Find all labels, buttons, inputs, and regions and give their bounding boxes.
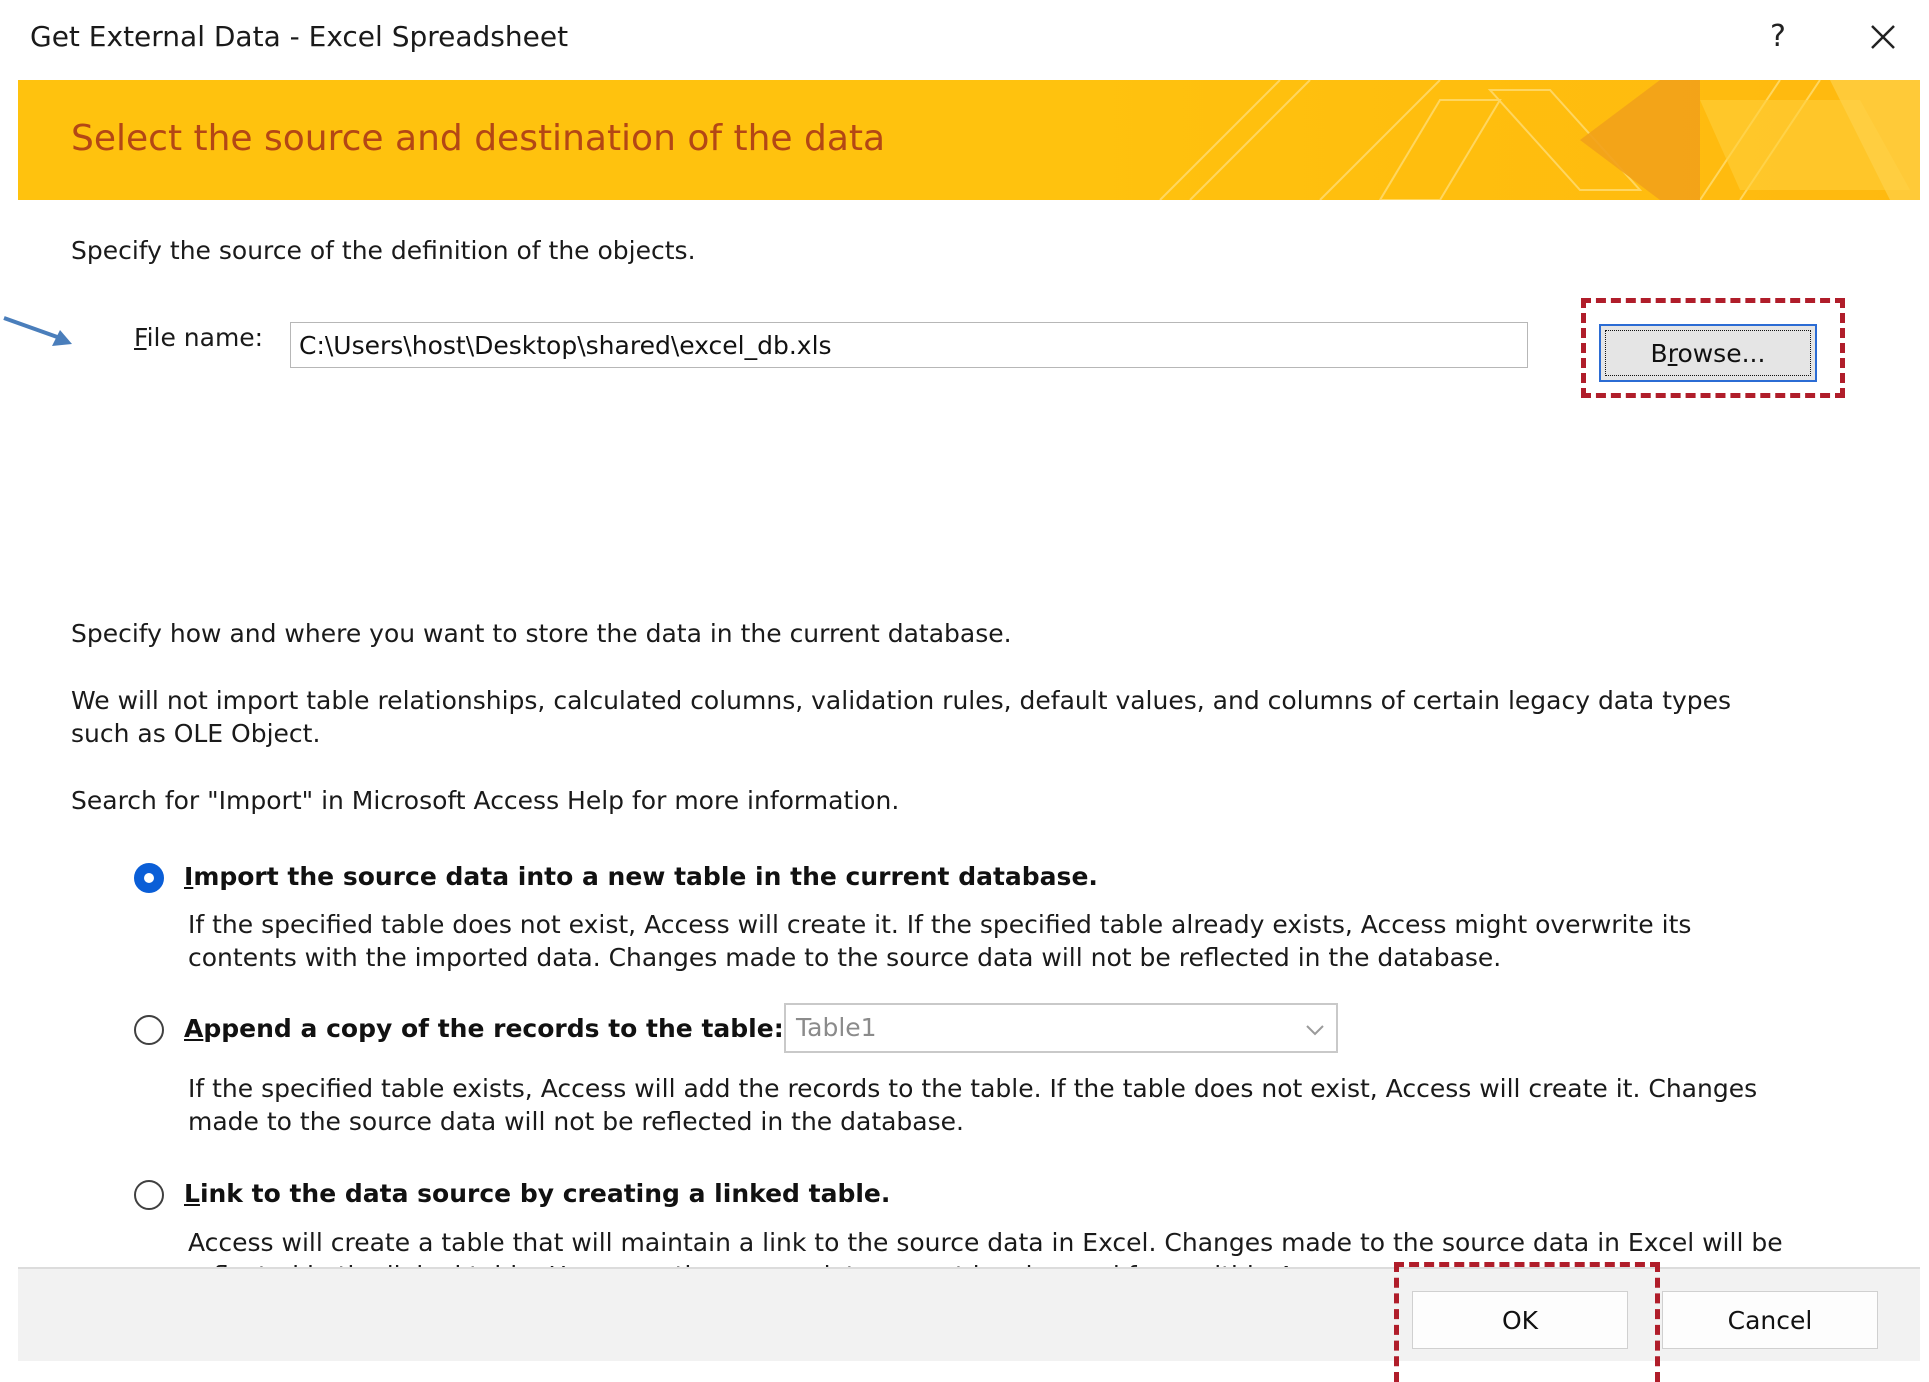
banner-arrows-graphic [1159,80,1920,200]
header-banner: Select the source and destination of the… [18,80,1920,200]
option-import-label[interactable]: Import the source data into a new table … [184,862,1098,891]
radio-import-new-table[interactable] [134,863,164,893]
browse-label-rest: owse... [1677,338,1766,368]
source-instruction: Specify the source of the definition of … [71,236,696,265]
banner-title: Select the source and destination of the… [71,118,886,159]
append-table-select[interactable]: Table1 [784,1003,1338,1053]
file-name-label: File name: [134,323,263,352]
import-note-line2: such as OLE Object. [71,719,321,748]
file-name-label-rest: ile name: [146,323,264,352]
help-hint: Search for "Import" in Microsoft Access … [71,786,900,815]
option-link-desc-line1: Access will create a table that will mai… [188,1228,1783,1257]
ok-button[interactable]: OK [1412,1291,1628,1349]
file-name-accel: F [134,323,147,352]
help-button[interactable]: ? [1758,14,1798,60]
browse-label-pre: B [1650,338,1668,368]
browse-label: Browse... [1651,339,1766,368]
destination-instruction: Specify how and where you want to store … [71,619,1012,648]
browse-focus-rect: Browse... [1605,330,1811,376]
close-button[interactable] [1858,12,1908,62]
option-import-desc-line1: If the specified table does not exist, A… [188,910,1692,939]
title-bar: Get External Data - Excel Spreadsheet ? [18,0,1920,80]
window-title: Get External Data - Excel Spreadsheet [30,20,569,53]
option-link-accel: L [184,1179,200,1208]
button-footer [18,1269,1920,1361]
cancel-button[interactable]: Cancel [1662,1291,1878,1349]
option-import-accel: I [184,862,194,891]
option-append-desc-line1: If the specified table exists, Access wi… [188,1074,1758,1103]
chevron-down-icon [1306,1025,1324,1036]
option-append-label[interactable]: Append a copy of the records to the tabl… [184,1014,784,1043]
close-icon [1871,25,1895,49]
import-note-line1: We will not import table relationships, … [71,686,1732,715]
option-import-label-rest: mport the source data into a new table i… [193,862,1098,891]
option-import-desc-line2: contents with the imported data. Changes… [188,943,1502,972]
browse-button[interactable]: Browse... [1599,324,1817,382]
option-link-label-rest: ink to the data source by creating a lin… [199,1179,891,1208]
browse-label-accel: r [1667,338,1678,368]
option-link-label[interactable]: Link to the data source by creating a li… [184,1179,890,1208]
option-append-desc-line2: made to the source data will not be refl… [188,1107,964,1136]
annotation-arrow-icon [3,316,72,346]
radio-link-table[interactable] [134,1180,164,1210]
get-external-data-dialog: Get External Data - Excel Spreadsheet ? [3,0,1920,1382]
option-append-label-rest: ppend a copy of the records to the table… [203,1014,784,1043]
file-name-input[interactable] [290,322,1528,368]
option-append-accel: A [184,1014,204,1043]
radio-append-table[interactable] [134,1015,164,1045]
append-table-value: Table1 [796,1013,877,1042]
